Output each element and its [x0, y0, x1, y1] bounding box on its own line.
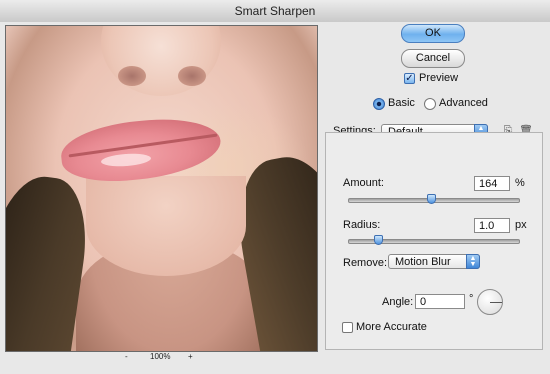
window-title: Smart Sharpen — [234, 4, 316, 18]
angle-field[interactable]: 0 — [415, 294, 465, 309]
basic-label: Basic — [388, 97, 415, 109]
dropdown-arrows-icon: ▲▼ — [466, 254, 480, 269]
remove-label: Remove: — [343, 257, 388, 269]
amount-label: Amount: — [343, 177, 384, 189]
preview-label: Preview — [419, 72, 459, 84]
preview-checkbox[interactable]: ✓ — [404, 73, 415, 84]
advanced-radio[interactable] — [424, 98, 436, 110]
angle-unit: ° — [469, 293, 474, 305]
more-accurate-label: More Accurate — [356, 321, 427, 333]
zoom-in-button[interactable]: + — [188, 352, 193, 361]
zoom-out-button[interactable]: - — [125, 352, 128, 361]
preview-image[interactable] — [5, 25, 318, 352]
basic-radio[interactable] — [373, 98, 385, 110]
zoom-controls: - 100% + — [120, 352, 200, 364]
smart-sharpen-dialog: - 100% + OK Cancel ✓ Preview Basic Advan… — [0, 22, 550, 374]
more-accurate-checkbox[interactable] — [342, 322, 353, 333]
cancel-button[interactable]: Cancel — [401, 49, 465, 68]
advanced-label: Advanced — [439, 97, 488, 109]
ok-button[interactable]: OK — [401, 24, 465, 43]
radius-unit: px — [515, 219, 527, 231]
angle-needle-icon — [490, 302, 502, 303]
radius-label: Radius: — [343, 219, 381, 231]
amount-unit: % — [515, 177, 525, 189]
radius-slider-thumb[interactable] — [374, 235, 384, 245]
title-bar: Smart Sharpen — [0, 0, 550, 23]
amount-field[interactable]: 164 — [474, 176, 510, 191]
amount-slider-thumb[interactable] — [426, 194, 436, 204]
angle-wheel[interactable] — [477, 289, 503, 315]
zoom-level: 100% — [150, 352, 171, 361]
angle-label: Angle: — [382, 296, 414, 308]
radius-field[interactable]: 1.0 — [474, 218, 510, 233]
remove-value: Motion Blur — [395, 256, 451, 268]
remove-dropdown[interactable]: Motion Blur ▲ ▼ — [388, 254, 480, 269]
